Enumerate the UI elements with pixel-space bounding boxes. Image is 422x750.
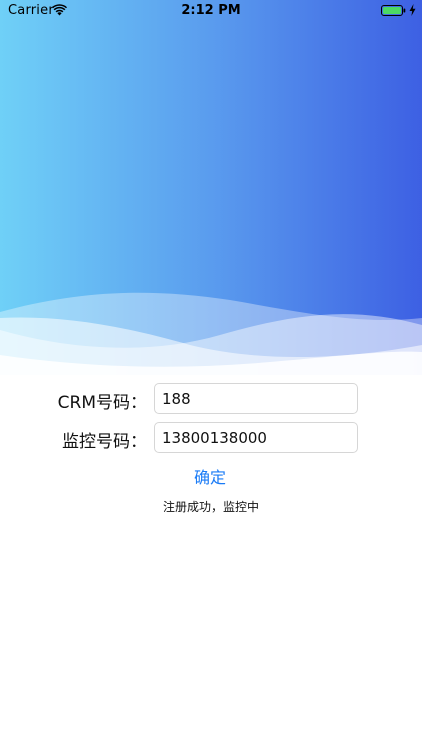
monitor-number-input[interactable] xyxy=(154,422,358,453)
app-screen: Carrier 2:12 PM CRM号码： 监控号码： 确定 注册成功，监控中 xyxy=(0,0,422,750)
battery-icon xyxy=(381,5,406,16)
charging-bolt-icon xyxy=(409,4,416,16)
monitor-number-label: 监控号码： xyxy=(62,432,147,452)
wave-decoration xyxy=(0,292,422,375)
crm-number-input[interactable] xyxy=(154,383,358,414)
crm-number-label: CRM号码： xyxy=(57,393,147,413)
status-bar: Carrier 2:12 PM xyxy=(0,0,422,22)
header-banner: Carrier 2:12 PM xyxy=(0,0,422,375)
clock-time: 2:12 PM xyxy=(181,3,241,18)
confirm-button[interactable]: 确定 xyxy=(160,462,260,490)
status-message: 注册成功，监控中 xyxy=(162,500,259,514)
